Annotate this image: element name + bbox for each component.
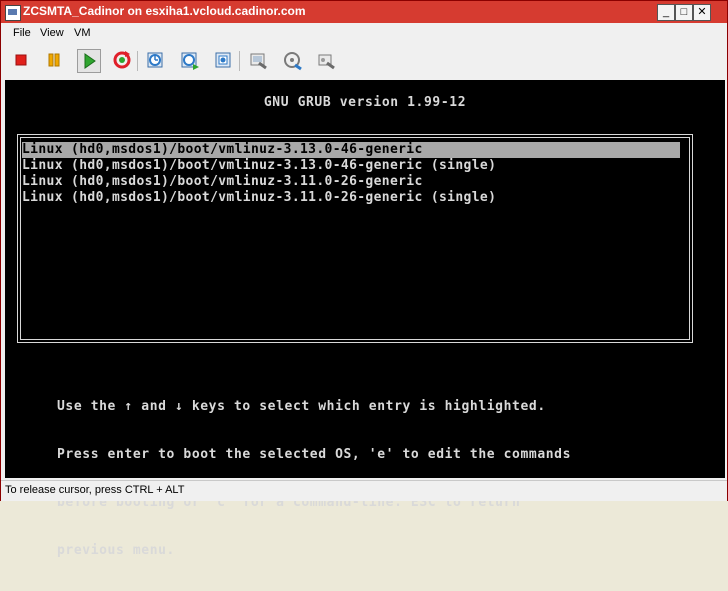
- snapshot-manager-icon[interactable]: [213, 49, 235, 71]
- grub-entry[interactable]: Linux (hd0,msdos1)/boot/vmlinuz-3.11.0-2…: [22, 190, 680, 206]
- connect-device-icon[interactable]: [281, 49, 303, 71]
- toolbar-separator: [137, 51, 138, 71]
- grub-help-text: Use the ↑ and ↓ keys to select which ent…: [57, 367, 571, 591]
- title-bar[interactable]: ZCSMTA_Cadinor on esxiha1.vcloud.cadinor…: [1, 1, 727, 23]
- menu-file[interactable]: File: [13, 27, 31, 39]
- disconnect-device-icon[interactable]: [315, 49, 337, 71]
- menu-bar: File View VM: [1, 23, 727, 45]
- menu-view[interactable]: View: [40, 27, 64, 39]
- help-line: Use the ↑ and ↓ keys to select which ent…: [57, 399, 546, 414]
- grub-entry[interactable]: Linux (hd0,msdos1)/boot/vmlinuz-3.11.0-2…: [22, 174, 680, 190]
- grub-menu-box: Linux (hd0,msdos1)/boot/vmlinuz-3.13.0-4…: [17, 134, 693, 343]
- menu-vm[interactable]: VM: [74, 27, 91, 39]
- maximize-button[interactable]: □: [675, 4, 693, 21]
- help-line: previous menu.: [57, 543, 175, 558]
- snapshot-take-icon[interactable]: [145, 49, 167, 71]
- vm-console-window: ZCSMTA_Cadinor on esxiha1.vcloud.cadinor…: [0, 0, 728, 558]
- power-off-icon[interactable]: [10, 49, 32, 71]
- grub-entry-selected[interactable]: Linux (hd0,msdos1)/boot/vmlinuz-3.13.0-4…: [22, 142, 680, 158]
- help-line: Press enter to boot the selected OS, 'e'…: [57, 447, 572, 462]
- toolbar-separator: [239, 51, 240, 71]
- snapshot-revert-icon[interactable]: [179, 49, 201, 71]
- toolbar: [1, 45, 727, 77]
- vm-settings-icon[interactable]: [247, 49, 269, 71]
- grub-entry[interactable]: Linux (hd0,msdos1)/boot/vmlinuz-3.13.0-4…: [22, 158, 680, 174]
- power-on-icon[interactable]: [77, 49, 101, 73]
- close-button[interactable]: ✕: [693, 4, 711, 21]
- status-text: To release cursor, press CTRL + ALT: [5, 484, 185, 496]
- vm-console-icon: [5, 5, 21, 21]
- status-bar: To release cursor, press CTRL + ALT: [1, 480, 727, 501]
- window-title: ZCSMTA_Cadinor on esxiha1.vcloud.cadinor…: [23, 4, 306, 18]
- suspend-icon[interactable]: [43, 49, 65, 71]
- reset-icon[interactable]: [111, 49, 133, 71]
- grub-title: GNU GRUB version 1.99-12: [263, 95, 467, 110]
- minimize-button[interactable]: _: [657, 4, 675, 21]
- vm-console-screen[interactable]: GNU GRUB version 1.99-12 Linux (hd0,msdo…: [5, 80, 725, 558]
